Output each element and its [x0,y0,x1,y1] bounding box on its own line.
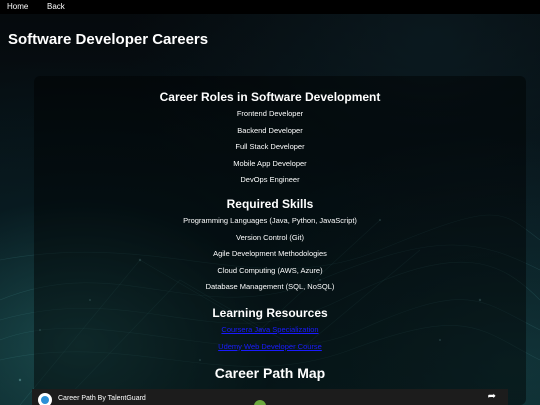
top-nav: Home Back [0,0,540,14]
page-title: Software Developer Careers [8,31,209,48]
required-skills-heading: Required Skills [226,197,314,211]
play-button-icon[interactable] [254,400,266,405]
list-item: Coursera Java Specialization [0,322,540,339]
nav-back-link[interactable]: Back [47,2,65,11]
list-item: Database Management (SQL, NoSQL) [205,282,335,292]
list-item: Udemy Web Developer Course [0,339,540,356]
career-roles-heading: Career Roles in Software Development [159,90,381,104]
required-skills-list: Programming Languages (Java, Python, Jav… [0,213,540,296]
learning-resources-list: Coursera Java Specialization Udemy Web D… [0,322,540,355]
required-skills-section: Required Skills Programming Languages (J… [0,197,540,296]
learning-resources-heading: Learning Resources [212,306,328,320]
list-item: Mobile App Developer [233,158,307,168]
coursera-java-link[interactable]: Coursera Java Specialization [221,325,318,334]
video-embed[interactable]: Career Path By TalentGuard ➦ [32,389,508,405]
learning-resources-section: Learning Resources Coursera Java Special… [0,306,540,355]
udemy-web-dev-link[interactable]: Udemy Web Developer Course [218,342,322,351]
channel-logo-icon[interactable] [38,393,52,405]
career-roles-section: Career Roles in Software Development Fro… [0,90,540,189]
list-item: Frontend Developer [236,109,304,118]
list-item: Version Control (Git) [236,232,304,242]
career-path-map-heading: Career Path Map [214,365,326,381]
list-item: Full Stack Developer [235,142,305,152]
career-roles-list: Frontend Developer Backend Developer Ful… [0,106,540,189]
nav-home-link[interactable]: Home [7,2,28,11]
share-arrow-icon[interactable]: ➦ [488,391,496,402]
video-title[interactable]: Career Path By TalentGuard [58,395,146,402]
list-item: Cloud Computing (AWS, Azure) [217,265,323,275]
list-item: Programming Languages (Java, Python, Jav… [183,216,357,225]
list-item: Backend Developer [237,125,303,135]
list-item: DevOps Engineer [240,175,300,185]
list-item: Agile Development Methodologies [213,249,327,259]
